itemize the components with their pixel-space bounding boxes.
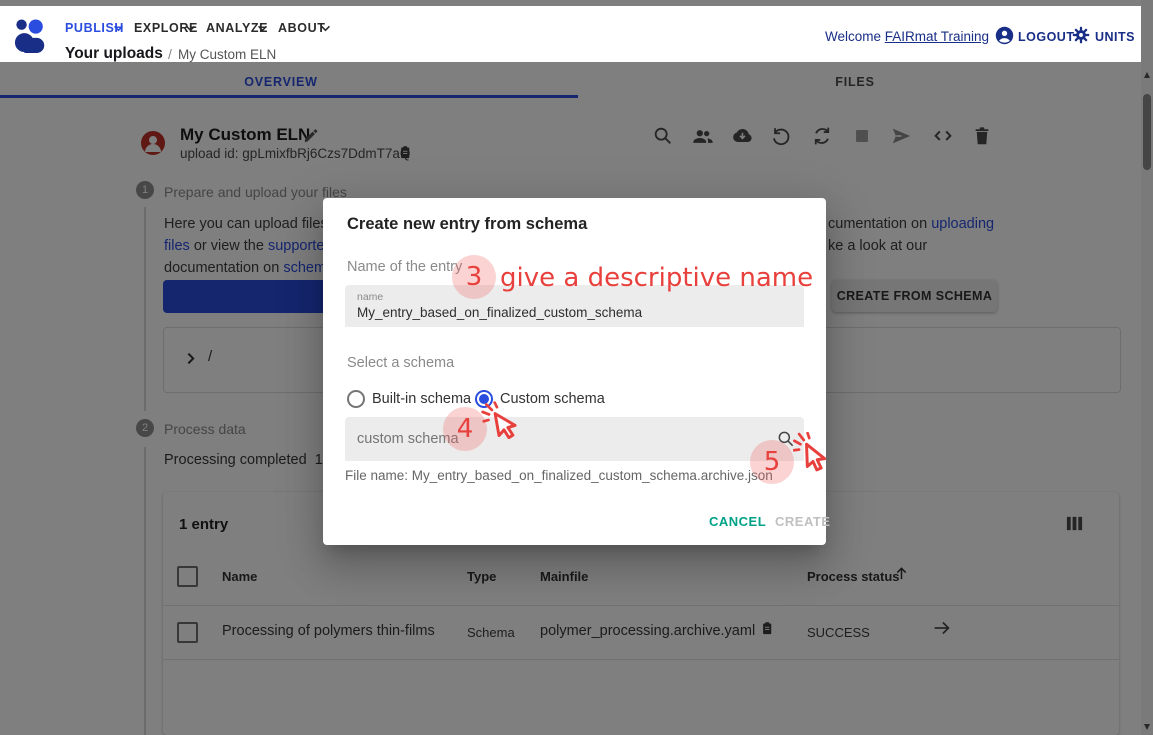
account-icon[interactable] (995, 26, 1014, 45)
entry-name-input-value: My_entry_based_on_finalized_custom_schem… (357, 305, 642, 320)
breadcrumb-separator: / (168, 46, 172, 62)
units-button[interactable]: UNITS (1095, 30, 1135, 44)
create-entry-dialog: Create new entry from schema Name of the… (323, 198, 826, 545)
breadcrumb-your-uploads[interactable]: Your uploads (65, 45, 163, 63)
cancel-button[interactable]: CANCEL (709, 514, 766, 529)
chevron-down-icon (113, 25, 124, 32)
entry-name-input[interactable]: name My_entry_based_on_finalized_custom_… (345, 285, 804, 327)
name-section-label: Name of the entry (347, 259, 462, 275)
custom-schema-radio-label[interactable]: Custom schema (500, 391, 605, 407)
builtin-schema-radio-label[interactable]: Built-in schema (372, 391, 471, 407)
units-gear-icon[interactable] (1072, 26, 1090, 44)
entry-name-input-label: name (357, 291, 383, 303)
chevron-down-icon (320, 25, 331, 32)
custom-schema-radio[interactable] (475, 390, 493, 408)
breadcrumb-current: My Custom ELN (178, 47, 276, 62)
menu-about[interactable]: ABOUT (278, 21, 325, 35)
welcome-text: Welcome FAIRmat Training (825, 29, 989, 44)
app-bar: PUBLISH EXPLORE ANALYZE ABOUT Your uploa… (0, 6, 1141, 62)
file-name-helper-text: File name: My_entry_based_on_finalized_c… (345, 468, 773, 483)
logout-button[interactable]: LOGOUT (1018, 30, 1074, 44)
create-button[interactable]: CREATE (775, 514, 830, 529)
chevron-down-icon (185, 25, 196, 32)
schema-section-label: Select a schema (347, 355, 454, 371)
nomad-logo[interactable] (14, 18, 48, 54)
custom-schema-input[interactable]: custom schema (345, 417, 804, 461)
search-schema-icon[interactable] (776, 429, 796, 449)
user-link[interactable]: FAIRmat Training (885, 29, 989, 44)
chevron-down-icon (257, 25, 268, 32)
custom-schema-input-placeholder: custom schema (357, 431, 459, 447)
builtin-schema-radio[interactable] (347, 390, 365, 408)
dialog-title: Create new entry from schema (347, 215, 587, 234)
